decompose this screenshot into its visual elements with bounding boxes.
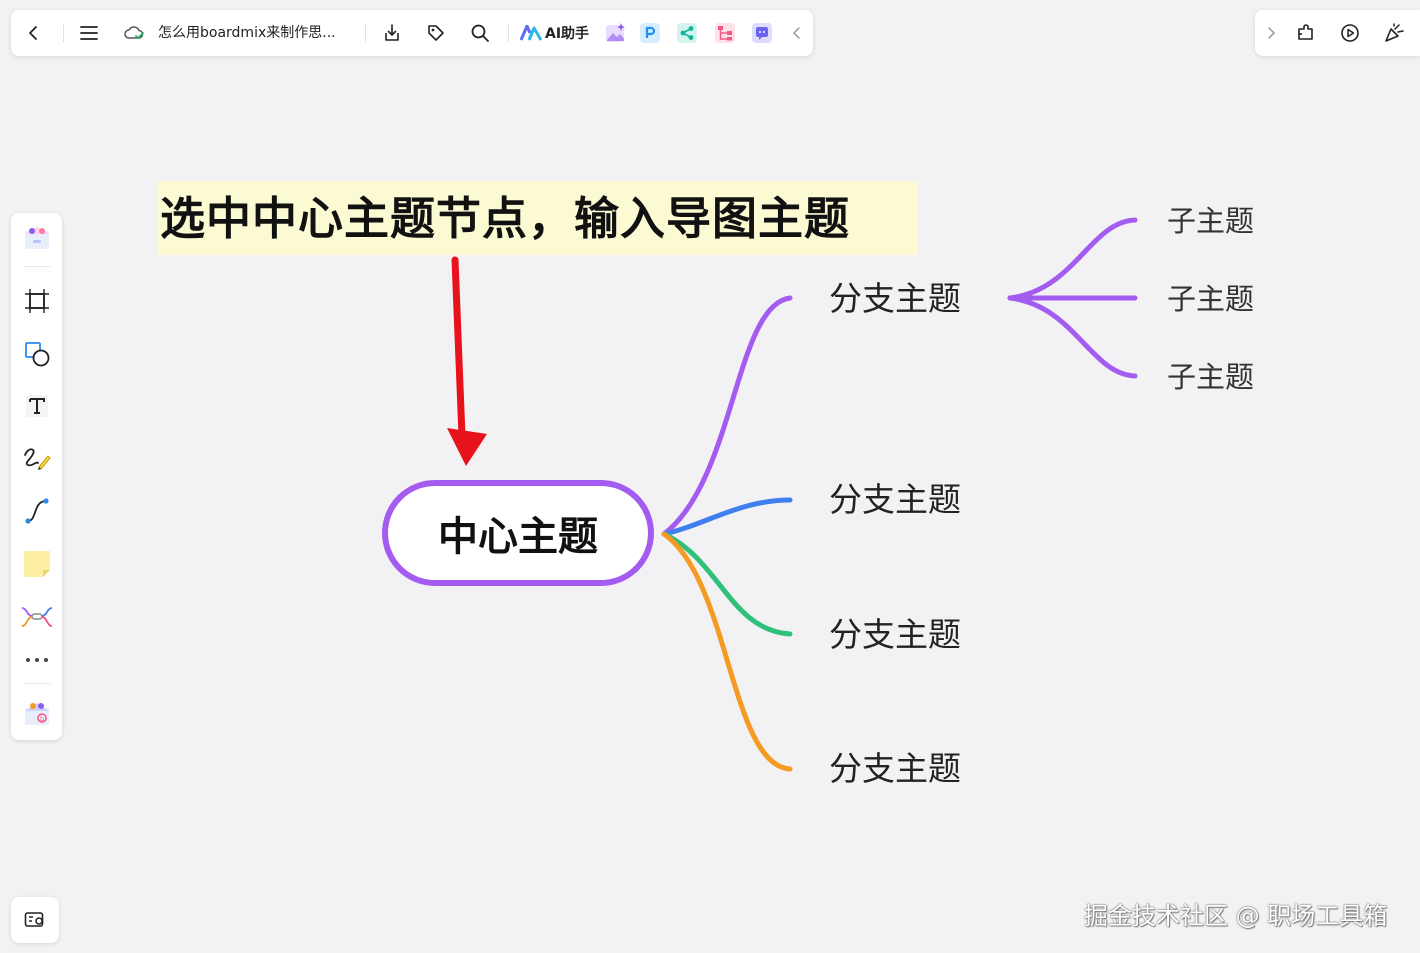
branch-connector-4 [661,531,793,772]
branch-topic-1[interactable]: 分支主题 [829,279,961,319]
subtopic-3[interactable]: 子主题 [1167,359,1254,395]
branch-topic-2[interactable]: 分支主题 [829,480,961,520]
annotation-arrow-head [447,428,487,466]
subtopic-2[interactable]: 子主题 [1167,281,1254,317]
subtopic-1[interactable]: 子主题 [1167,203,1254,239]
sub-connector-3 [1007,295,1138,379]
watermark: 掘金技术社区 @ 职场工具箱 [1084,902,1388,930]
branch-connector-1 [661,295,793,537]
branch-topic-3[interactable]: 分支主题 [829,615,961,655]
mindmap-connectors [447,217,1138,772]
central-topic-node[interactable]: 中心主题 [382,480,654,586]
annotation-arrow[interactable] [451,256,466,440]
sub-connector-1 [1007,217,1138,301]
branch-topic-4[interactable]: 分支主题 [829,749,961,789]
